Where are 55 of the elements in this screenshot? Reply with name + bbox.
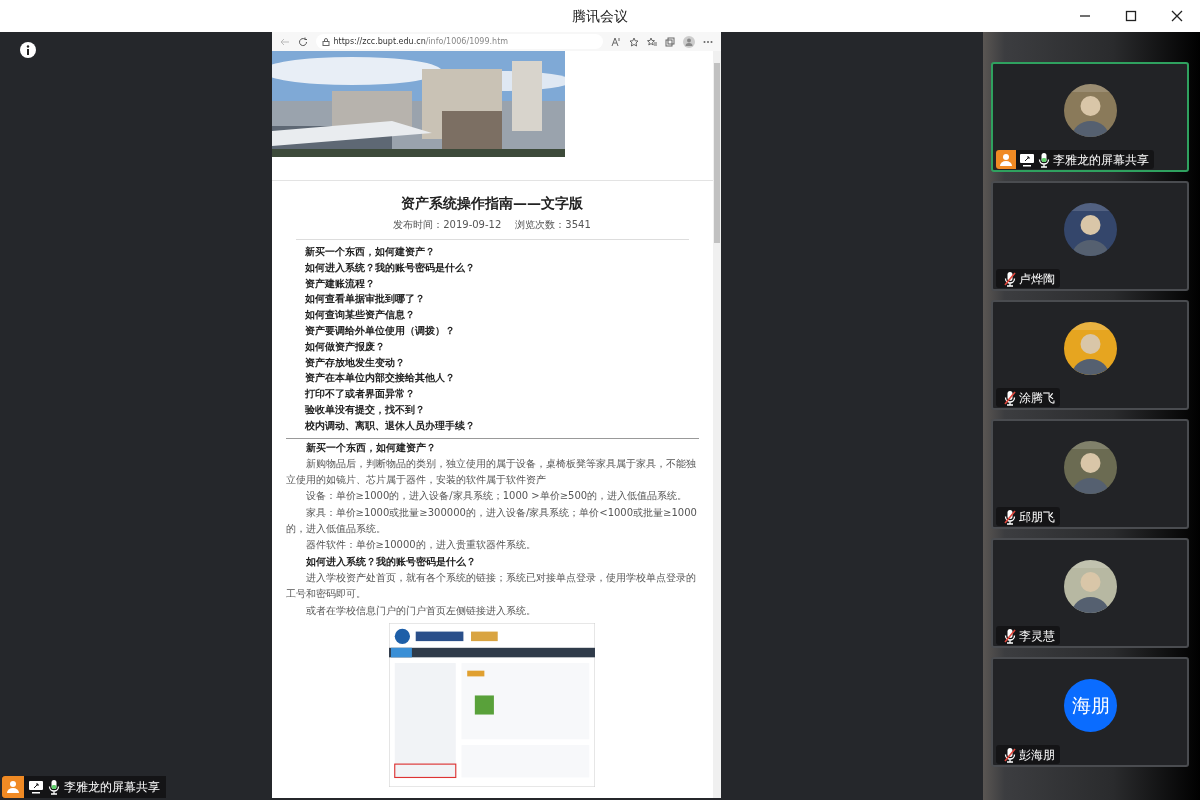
question-link[interactable]: 资产存放地发生变动？ <box>304 354 689 371</box>
participant-tile[interactable]: 卢烨陶 <box>991 181 1189 291</box>
screen-share-icon <box>28 779 44 795</box>
read-aloud-icon[interactable] <box>610 36 621 47</box>
share-label: 李雅龙的屏幕共享 <box>64 779 160 796</box>
question-link[interactable]: 如何进入系统？我的账号密码是什么？ <box>304 259 689 276</box>
view-count: 浏览次数：3541 <box>515 218 591 232</box>
star-plus-icon[interactable] <box>628 36 639 47</box>
question-link[interactable]: 资产建账流程？ <box>304 275 689 292</box>
lock-icon <box>321 37 330 46</box>
participant-tile[interactable]: 涂腾飞 <box>991 300 1189 410</box>
question-link[interactable]: 资产在本单位内部交接给其他人？ <box>304 370 689 387</box>
participant-name: 彭海朋 <box>1019 746 1055 764</box>
collections-icon[interactable] <box>664 36 675 47</box>
participant-tile[interactable]: 李雅龙的屏幕共享 <box>991 62 1189 172</box>
participant-name: 涂腾飞 <box>1019 389 1055 407</box>
section-heading: 如何进入系统？我的账号密码是什么？ <box>304 554 477 569</box>
question-link[interactable]: 如何做资产报废？ <box>304 338 689 355</box>
article-title: 资产系统操作指南——文字版 <box>400 194 584 213</box>
paragraph: 或者在学校信息门户的门户首页左侧链接进入系统。 <box>304 603 537 618</box>
info-icon[interactable] <box>19 41 37 59</box>
question-link[interactable]: 如何查看单据审批到哪了？ <box>304 291 689 308</box>
microphone-icon <box>48 779 60 795</box>
refresh-icon[interactable] <box>297 36 308 47</box>
participant-tile[interactable]: 海朋 彭海朋 <box>991 657 1189 767</box>
question-link[interactable]: 打印不了或者界面异常？ <box>304 386 689 402</box>
host-icon <box>2 776 24 798</box>
paragraph: 家具：单价≥1000或批量≥300000的，进入设备/家具系统；单价<1000或批量≥1000的，进入低值品系统。 <box>285 505 698 537</box>
question-link[interactable]: 校内调动、离职、退休人员办理手续？ <box>304 417 689 434</box>
section-heading: 新买一个东西，如何建资产？ <box>304 440 437 455</box>
screen-share-icon <box>1019 151 1035 168</box>
publish-date: 发布时间：2019-09-12 <box>393 218 502 232</box>
participant-name: 李雅龙的屏幕共享 <box>1053 151 1149 169</box>
close-icon <box>1171 10 1183 22</box>
question-link[interactable]: 如何查询某些资产信息？ <box>304 307 689 323</box>
paragraph: 进入学校资产处首页，就有各个系统的链接；系统已对接单点登录，使用学校单点登录的工号和密码即可。 <box>285 570 697 602</box>
participant-tile[interactable]: 李灵慧 <box>991 538 1189 648</box>
more-icon[interactable] <box>702 39 713 44</box>
scrollbar[interactable] <box>712 51 721 798</box>
paragraph: 新购物品后，判断物品的类别，独立使用的属于设备，桌椅板凳等家具属于家具，不能独立使用的如镜片、芯片属于器件，安装的软件属于软件资产 <box>285 456 697 488</box>
window-title: 腾讯会议 <box>572 6 628 26</box>
participant-name: 李灵慧 <box>1019 627 1055 645</box>
favorites-icon[interactable] <box>646 36 657 47</box>
profile-icon[interactable] <box>682 35 695 48</box>
participant-name: 卢烨陶 <box>1019 270 1055 288</box>
participant-tile[interactable]: 邱朋飞 <box>991 419 1189 529</box>
paragraph: 器件软件：单价≥10000的，进入贵重软器件系统。 <box>304 538 537 553</box>
avatar: 海朋 <box>1064 679 1117 732</box>
question-link[interactable]: 新买一个东西，如何建资产？ <box>304 244 689 260</box>
participant-name: 邱朋飞 <box>1019 508 1055 526</box>
address-bar[interactable]: https://zcc.bupt.edu.cn/info/1006/1099.htm <box>315 34 603 49</box>
question-link[interactable]: 资产要调给外单位使用（调拨）？ <box>304 323 689 339</box>
question-link[interactable]: 验收单没有提交，找不到？ <box>304 401 689 418</box>
paragraph: 设备：单价≥1000的，进入设备/家具系统；1000 >单价≥500的，进入低值品系统。 <box>304 489 689 504</box>
maximize-icon <box>1125 10 1137 22</box>
